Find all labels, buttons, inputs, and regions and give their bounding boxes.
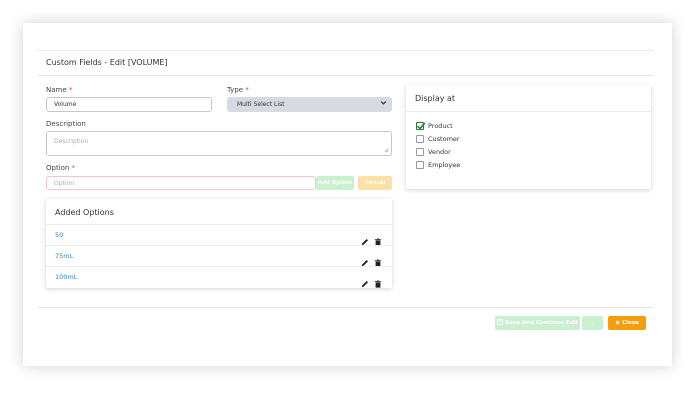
type-label-text: Type (227, 86, 244, 94)
footer-divider (37, 307, 654, 308)
checkbox-customer[interactable]: Customer (416, 135, 460, 143)
custom-field-edit-modal: Custom Fields - Edit [VOLUME] Name * Vol… (23, 23, 672, 366)
required-mark: * (71, 164, 76, 172)
option-item-label[interactable]: 100mL (55, 273, 77, 281)
checkbox-label: Employee (428, 161, 461, 169)
checkbox-product[interactable]: Product (416, 122, 453, 130)
save-icon (497, 319, 503, 327)
description-textarea[interactable]: Description (46, 131, 392, 156)
trash-icon[interactable] (374, 231, 382, 246)
checkbox-employee[interactable]: Employee (416, 161, 460, 169)
added-options-heading: Added Options (55, 208, 114, 217)
name-label: Name * (46, 86, 72, 94)
checkbox-label: Vendor (428, 148, 451, 156)
resize-handle-icon[interactable] (384, 148, 389, 153)
list-item: 50 (46, 224, 392, 246)
close-label: Close (622, 320, 639, 326)
close-icon (615, 320, 620, 327)
save-options-dropdown-button[interactable]: - (582, 316, 603, 330)
option-label-text: Option (46, 164, 70, 172)
checkbox-checked-icon[interactable] (416, 122, 426, 130)
pencil-icon[interactable] (361, 273, 369, 288)
panel-divider (406, 111, 651, 112)
option-input[interactable]: Option (46, 176, 316, 190)
type-select-value: Multi Select List (237, 101, 285, 108)
chevron-down-icon (380, 99, 387, 108)
name-label-text: Name (46, 86, 67, 94)
save-and-continue-button[interactable]: Save And Continue Edit (495, 316, 580, 330)
pencil-icon[interactable] (361, 252, 369, 267)
name-input[interactable]: Volume (46, 97, 212, 112)
title-divider (37, 75, 654, 76)
added-options-panel: Added Options 50 75mL 100mL (46, 199, 392, 288)
trash-icon[interactable] (374, 273, 382, 288)
required-mark: * (68, 86, 73, 94)
pencil-icon[interactable] (361, 231, 369, 246)
checkbox-unchecked-icon[interactable] (416, 148, 424, 156)
trash-icon[interactable] (374, 252, 382, 267)
description-label: Description (46, 120, 86, 128)
option-item-label[interactable]: 50 (55, 231, 63, 239)
display-at-panel: Display at Product Customer Vendor Emplo… (406, 85, 651, 189)
save-and-continue-label: Save And Continue Edit (505, 320, 578, 326)
close-button[interactable]: Close (608, 316, 646, 330)
list-item: 100mL (46, 266, 392, 288)
cancel-option-button[interactable]: Cancel (358, 176, 392, 190)
modal-title: Custom Fields - Edit [VOLUME] (46, 58, 168, 67)
name-input-value: Volume (54, 101, 77, 108)
checkbox-unchecked-icon[interactable] (416, 161, 424, 169)
checkbox-unchecked-icon[interactable] (416, 135, 424, 143)
checkbox-label: Customer (428, 135, 460, 143)
display-at-heading: Display at (415, 94, 456, 103)
checkbox-vendor[interactable]: Vendor (416, 148, 451, 156)
description-placeholder: Description (54, 138, 89, 145)
type-label: Type * (227, 86, 249, 94)
option-item-label[interactable]: 75mL (55, 252, 73, 260)
option-label: Option * (46, 164, 75, 172)
add-option-button[interactable]: Add Option (316, 176, 354, 190)
top-divider (37, 50, 654, 51)
list-item: 75mL (46, 245, 392, 267)
required-mark: * (245, 86, 249, 94)
type-select[interactable]: Multi Select List (227, 97, 392, 112)
checkbox-label: Product (428, 122, 453, 130)
option-placeholder: Option (54, 179, 75, 187)
